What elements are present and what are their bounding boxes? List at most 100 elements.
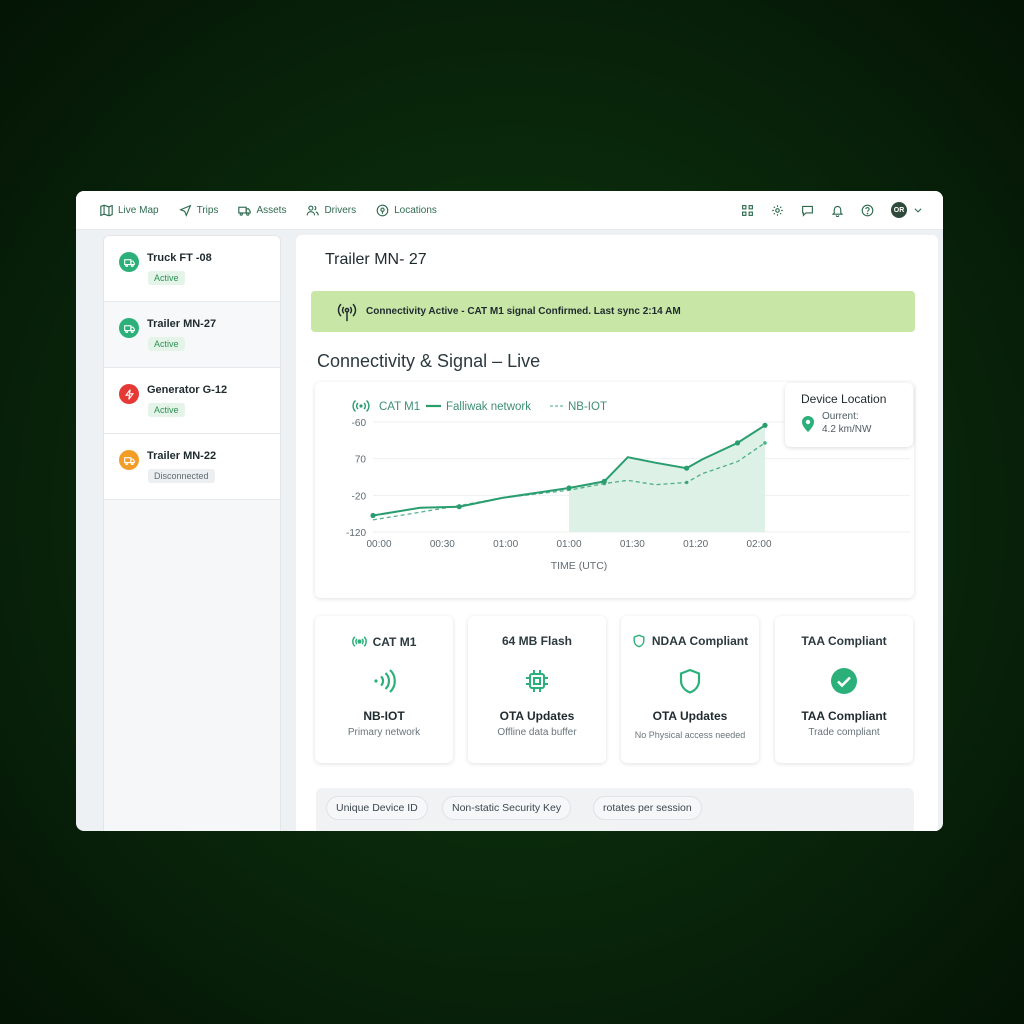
stat-head: 64 MB Flash <box>468 634 606 648</box>
wireless-icon <box>374 669 396 693</box>
x-tick-label: 01:00 <box>493 539 518 550</box>
bell-icon[interactable] <box>831 204 844 217</box>
x-tick-label: 00:30 <box>430 539 455 550</box>
asset-name: Truck FT -08 <box>147 252 212 264</box>
chip-icon <box>526 670 548 692</box>
stat-sub: No Physical access needed <box>634 730 746 740</box>
asset-item-truck-ft-08[interactable]: Truck FT -08 Active <box>104 236 280 302</box>
stat-card-ndaa: NDAA Compliant OTA Updates No Physical a… <box>621 616 759 763</box>
stat-label: TAA Compliant <box>801 709 887 723</box>
nav-trips[interactable]: Trips <box>178 204 219 217</box>
app-window: Live Map Trips Assets Drivers Locations <box>76 191 943 831</box>
avatar: OR <box>891 202 907 218</box>
nav-assets[interactable]: Assets <box>238 204 286 217</box>
map-icon <box>100 204 113 216</box>
truck-icon <box>119 252 139 272</box>
data-point <box>456 504 462 510</box>
data-point <box>684 480 689 485</box>
grid-icon[interactable] <box>741 204 754 217</box>
antenna-signal-icon <box>337 303 357 321</box>
asset-item-generator-g-12[interactable]: Generator G-12 Active <box>104 368 280 434</box>
security-chips: Unique Device ID Non-static Security Key… <box>316 788 914 831</box>
legend-label: CAT M1 <box>379 401 420 413</box>
nav-live-map[interactable]: Live Map <box>100 204 159 217</box>
status-badge: Active <box>148 403 185 417</box>
location-pin-icon <box>802 416 814 432</box>
data-point <box>684 465 690 471</box>
asset-item-trailer-mn-22[interactable]: Trailer MN-22 Disconnected <box>104 434 280 500</box>
stat-card-flash: 64 MB Flash OTA Updates Offline data buf… <box>468 616 606 763</box>
nav-drivers[interactable]: Drivers <box>306 204 356 217</box>
status-badge: Active <box>148 271 185 285</box>
feature-cards: CAT M1 NB-IOT Primary network 64 MB Flas… <box>315 616 915 766</box>
x-axis-label: TIME (UTC) <box>551 560 608 572</box>
chevron-down-icon <box>914 208 922 213</box>
data-point <box>602 481 607 486</box>
check-circle-icon <box>831 668 857 694</box>
asset-detail-panel: Trailer MN- 27 Connectivity Active - CAT… <box>296 235 938 831</box>
y-tick-label: -60 <box>352 418 367 429</box>
device-location-card[interactable]: Device Location Ourrent: 4.2 km/NW <box>785 383 913 447</box>
asset-name: Trailer MN-22 <box>147 450 217 462</box>
y-tick-label: -20 <box>352 491 367 502</box>
x-tick-label: 02:00 <box>746 539 771 550</box>
stat-head: CAT M1 <box>315 634 453 649</box>
device-location-title: Device Location <box>801 392 887 406</box>
asset-item-trailer-mn-27[interactable]: Trailer MN-27 Active <box>104 302 280 368</box>
toolbar-icons: OR <box>741 191 923 229</box>
data-point <box>763 441 767 445</box>
main-nav: Live Map Trips Assets Drivers Locations <box>100 191 437 229</box>
device-location-line1: Ourrent: <box>822 411 859 422</box>
stat-card-cat-m1: CAT M1 NB-IOT Primary network <box>315 616 453 763</box>
x-tick-label: 01:00 <box>556 539 581 550</box>
stat-card-taa: TAA Compliant TAA Compliant Trade compli… <box>775 616 913 763</box>
truck-icon <box>238 206 252 216</box>
chip-unique-device-id[interactable]: Unique Device ID <box>326 796 428 820</box>
nav-label: Assets <box>256 204 287 216</box>
x-tick-label: 01:30 <box>620 539 645 550</box>
chip-rotates-per-session[interactable]: rotates per session <box>593 796 702 820</box>
x-tick-label: 00:00 <box>366 539 391 550</box>
banner-text: Connectivity Active - CAT M1 signal Conf… <box>366 306 681 317</box>
top-navigation-bar: Live Map Trips Assets Drivers Locations <box>76 191 943 230</box>
users-icon <box>307 204 320 215</box>
asset-name: Generator G-12 <box>147 384 228 396</box>
section-title: Connectivity & Signal – Live <box>317 351 541 371</box>
bolt-icon <box>119 384 139 404</box>
shield-icon <box>633 634 645 648</box>
device-location-line2: 4.2 km/NW <box>822 424 872 435</box>
device-location-detail: Ourrent: 4.2 km/NW <box>822 410 871 436</box>
help-icon[interactable] <box>861 204 874 217</box>
stat-label: NB-IOT <box>363 709 405 723</box>
stat-sub: Offline data buffer <box>497 727 577 738</box>
legend-signal-icon <box>352 399 370 413</box>
nav-label: Locations <box>394 204 437 216</box>
x-tick-label: 01:20 <box>683 539 708 550</box>
chip-security-key[interactable]: Non-static Security Key <box>442 796 572 820</box>
data-point <box>370 512 376 519</box>
gear-icon[interactable] <box>771 204 784 217</box>
legend-label: Falliwak network <box>446 401 531 413</box>
chat-icon[interactable] <box>801 204 814 217</box>
location-pin-icon <box>376 204 389 216</box>
navigation-icon <box>178 204 192 217</box>
legend-label: NB-IOT <box>568 401 607 413</box>
asset-name: Trailer MN-27 <box>147 318 217 330</box>
y-tick-label: -120 <box>346 528 366 539</box>
stat-sub: Primary network <box>347 727 421 738</box>
stat-head-label: 64 MB Flash <box>501 634 573 648</box>
page-title: Trailer MN- 27 <box>325 251 427 268</box>
y-tick-label: 70 <box>355 455 367 466</box>
nav-label: Live Map <box>118 204 159 216</box>
signal-icon <box>351 636 367 647</box>
stat-head-label: CAT M1 <box>372 634 417 649</box>
user-menu[interactable]: OR <box>891 202 923 218</box>
truck-icon <box>119 450 139 470</box>
nav-label: Trips <box>196 204 219 216</box>
nav-locations[interactable]: Locations <box>376 204 437 217</box>
status-badge: Disconnected <box>148 469 215 483</box>
stat-head: NDAA Compliant <box>621 634 759 648</box>
asset-sidebar: Truck FT -08 Active Trailer MN-27 Active… <box>103 235 281 831</box>
stat-sub: Trade compliant <box>808 727 880 738</box>
stat-head-label: NDAA Compliant <box>651 634 749 648</box>
